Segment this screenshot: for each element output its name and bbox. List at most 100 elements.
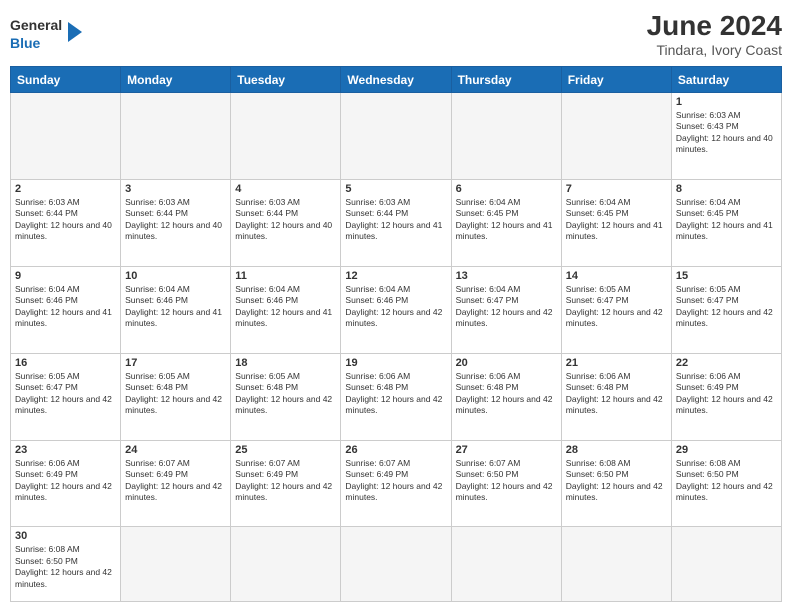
table-row: 3 Sunrise: 6:03 AMSunset: 6:44 PMDayligh… bbox=[121, 179, 231, 266]
table-row: 25 Sunrise: 6:07 AMSunset: 6:49 PMDaylig… bbox=[231, 440, 341, 527]
calendar-week-row: 30 Sunrise: 6:08 AMSunset: 6:50 PMDaylig… bbox=[11, 527, 782, 602]
day-number: 28 bbox=[566, 444, 667, 456]
day-number: 24 bbox=[125, 444, 226, 456]
day-info: Sunrise: 6:08 AMSunset: 6:50 PMDaylight:… bbox=[676, 458, 773, 502]
day-number: 20 bbox=[456, 357, 557, 369]
col-wednesday: Wednesday bbox=[341, 67, 451, 93]
day-number: 9 bbox=[15, 270, 116, 282]
table-row bbox=[671, 527, 781, 602]
table-row bbox=[231, 93, 341, 180]
day-info: Sunrise: 6:04 AMSunset: 6:46 PMDaylight:… bbox=[345, 284, 442, 328]
table-row: 30 Sunrise: 6:08 AMSunset: 6:50 PMDaylig… bbox=[11, 527, 121, 602]
calendar-week-row: 23 Sunrise: 6:06 AMSunset: 6:49 PMDaylig… bbox=[11, 440, 782, 527]
table-row: 10 Sunrise: 6:04 AMSunset: 6:46 PMDaylig… bbox=[121, 266, 231, 353]
day-info: Sunrise: 6:03 AMSunset: 6:44 PMDaylight:… bbox=[235, 197, 332, 241]
day-number: 19 bbox=[345, 357, 446, 369]
day-info: Sunrise: 6:05 AMSunset: 6:47 PMDaylight:… bbox=[676, 284, 773, 328]
page: General Blue June 2024 Tindara, Ivory Co… bbox=[0, 0, 792, 612]
day-info: Sunrise: 6:07 AMSunset: 6:49 PMDaylight:… bbox=[125, 458, 222, 502]
day-info: Sunrise: 6:06 AMSunset: 6:48 PMDaylight:… bbox=[566, 371, 663, 415]
svg-text:General: General bbox=[10, 17, 62, 33]
calendar-header-row: Sunday Monday Tuesday Wednesday Thursday… bbox=[11, 67, 782, 93]
table-row: 9 Sunrise: 6:04 AMSunset: 6:46 PMDayligh… bbox=[11, 266, 121, 353]
logo: General Blue bbox=[10, 10, 90, 55]
table-row: 21 Sunrise: 6:06 AMSunset: 6:48 PMDaylig… bbox=[561, 353, 671, 440]
col-friday: Friday bbox=[561, 67, 671, 93]
calendar-week-row: 2 Sunrise: 6:03 AMSunset: 6:44 PMDayligh… bbox=[11, 179, 782, 266]
table-row: 11 Sunrise: 6:04 AMSunset: 6:46 PMDaylig… bbox=[231, 266, 341, 353]
header: General Blue June 2024 Tindara, Ivory Co… bbox=[10, 10, 782, 58]
table-row bbox=[341, 527, 451, 602]
table-row: 28 Sunrise: 6:08 AMSunset: 6:50 PMDaylig… bbox=[561, 440, 671, 527]
day-info: Sunrise: 6:04 AMSunset: 6:47 PMDaylight:… bbox=[456, 284, 553, 328]
day-number: 3 bbox=[125, 183, 226, 195]
day-info: Sunrise: 6:05 AMSunset: 6:47 PMDaylight:… bbox=[566, 284, 663, 328]
day-number: 12 bbox=[345, 270, 446, 282]
table-row: 19 Sunrise: 6:06 AMSunset: 6:48 PMDaylig… bbox=[341, 353, 451, 440]
day-info: Sunrise: 6:06 AMSunset: 6:49 PMDaylight:… bbox=[15, 458, 112, 502]
table-row: 16 Sunrise: 6:05 AMSunset: 6:47 PMDaylig… bbox=[11, 353, 121, 440]
table-row: 22 Sunrise: 6:06 AMSunset: 6:49 PMDaylig… bbox=[671, 353, 781, 440]
day-number: 25 bbox=[235, 444, 336, 456]
table-row bbox=[561, 93, 671, 180]
day-info: Sunrise: 6:05 AMSunset: 6:48 PMDaylight:… bbox=[125, 371, 222, 415]
day-number: 22 bbox=[676, 357, 777, 369]
day-number: 17 bbox=[125, 357, 226, 369]
day-info: Sunrise: 6:03 AMSunset: 6:44 PMDaylight:… bbox=[15, 197, 112, 241]
table-row: 18 Sunrise: 6:05 AMSunset: 6:48 PMDaylig… bbox=[231, 353, 341, 440]
table-row: 29 Sunrise: 6:08 AMSunset: 6:50 PMDaylig… bbox=[671, 440, 781, 527]
day-number: 2 bbox=[15, 183, 116, 195]
table-row: 8 Sunrise: 6:04 AMSunset: 6:45 PMDayligh… bbox=[671, 179, 781, 266]
title-block: June 2024 Tindara, Ivory Coast bbox=[647, 10, 782, 58]
logo-svg: General Blue bbox=[10, 10, 90, 55]
day-info: Sunrise: 6:04 AMSunset: 6:46 PMDaylight:… bbox=[15, 284, 112, 328]
table-row: 27 Sunrise: 6:07 AMSunset: 6:50 PMDaylig… bbox=[451, 440, 561, 527]
table-row: 2 Sunrise: 6:03 AMSunset: 6:44 PMDayligh… bbox=[11, 179, 121, 266]
table-row bbox=[11, 93, 121, 180]
day-number: 6 bbox=[456, 183, 557, 195]
table-row: 15 Sunrise: 6:05 AMSunset: 6:47 PMDaylig… bbox=[671, 266, 781, 353]
col-saturday: Saturday bbox=[671, 67, 781, 93]
day-info: Sunrise: 6:07 AMSunset: 6:49 PMDaylight:… bbox=[345, 458, 442, 502]
table-row: 26 Sunrise: 6:07 AMSunset: 6:49 PMDaylig… bbox=[341, 440, 451, 527]
table-row bbox=[451, 527, 561, 602]
day-number: 7 bbox=[566, 183, 667, 195]
table-row bbox=[231, 527, 341, 602]
col-sunday: Sunday bbox=[11, 67, 121, 93]
day-number: 14 bbox=[566, 270, 667, 282]
day-info: Sunrise: 6:05 AMSunset: 6:47 PMDaylight:… bbox=[15, 371, 112, 415]
day-info: Sunrise: 6:04 AMSunset: 6:45 PMDaylight:… bbox=[676, 197, 773, 241]
table-row: 4 Sunrise: 6:03 AMSunset: 6:44 PMDayligh… bbox=[231, 179, 341, 266]
day-number: 4 bbox=[235, 183, 336, 195]
table-row: 17 Sunrise: 6:05 AMSunset: 6:48 PMDaylig… bbox=[121, 353, 231, 440]
day-number: 23 bbox=[15, 444, 116, 456]
day-info: Sunrise: 6:08 AMSunset: 6:50 PMDaylight:… bbox=[566, 458, 663, 502]
day-number: 18 bbox=[235, 357, 336, 369]
day-info: Sunrise: 6:06 AMSunset: 6:48 PMDaylight:… bbox=[345, 371, 442, 415]
table-row: 13 Sunrise: 6:04 AMSunset: 6:47 PMDaylig… bbox=[451, 266, 561, 353]
day-number: 21 bbox=[566, 357, 667, 369]
day-info: Sunrise: 6:08 AMSunset: 6:50 PMDaylight:… bbox=[15, 544, 112, 588]
calendar-week-row: 16 Sunrise: 6:05 AMSunset: 6:47 PMDaylig… bbox=[11, 353, 782, 440]
day-number: 30 bbox=[15, 530, 116, 542]
day-number: 29 bbox=[676, 444, 777, 456]
day-info: Sunrise: 6:07 AMSunset: 6:49 PMDaylight:… bbox=[235, 458, 332, 502]
day-info: Sunrise: 6:04 AMSunset: 6:45 PMDaylight:… bbox=[456, 197, 553, 241]
table-row: 7 Sunrise: 6:04 AMSunset: 6:45 PMDayligh… bbox=[561, 179, 671, 266]
table-row: 20 Sunrise: 6:06 AMSunset: 6:48 PMDaylig… bbox=[451, 353, 561, 440]
table-row: 14 Sunrise: 6:05 AMSunset: 6:47 PMDaylig… bbox=[561, 266, 671, 353]
table-row: 5 Sunrise: 6:03 AMSunset: 6:44 PMDayligh… bbox=[341, 179, 451, 266]
day-number: 5 bbox=[345, 183, 446, 195]
month-year: June 2024 bbox=[647, 10, 782, 42]
calendar-week-row: 1 Sunrise: 6:03 AMSunset: 6:43 PMDayligh… bbox=[11, 93, 782, 180]
table-row bbox=[341, 93, 451, 180]
day-number: 15 bbox=[676, 270, 777, 282]
col-tuesday: Tuesday bbox=[231, 67, 341, 93]
day-number: 1 bbox=[676, 96, 777, 108]
day-info: Sunrise: 6:06 AMSunset: 6:49 PMDaylight:… bbox=[676, 371, 773, 415]
day-info: Sunrise: 6:04 AMSunset: 6:45 PMDaylight:… bbox=[566, 197, 663, 241]
day-info: Sunrise: 6:04 AMSunset: 6:46 PMDaylight:… bbox=[125, 284, 222, 328]
day-number: 26 bbox=[345, 444, 446, 456]
table-row: 12 Sunrise: 6:04 AMSunset: 6:46 PMDaylig… bbox=[341, 266, 451, 353]
table-row bbox=[121, 93, 231, 180]
